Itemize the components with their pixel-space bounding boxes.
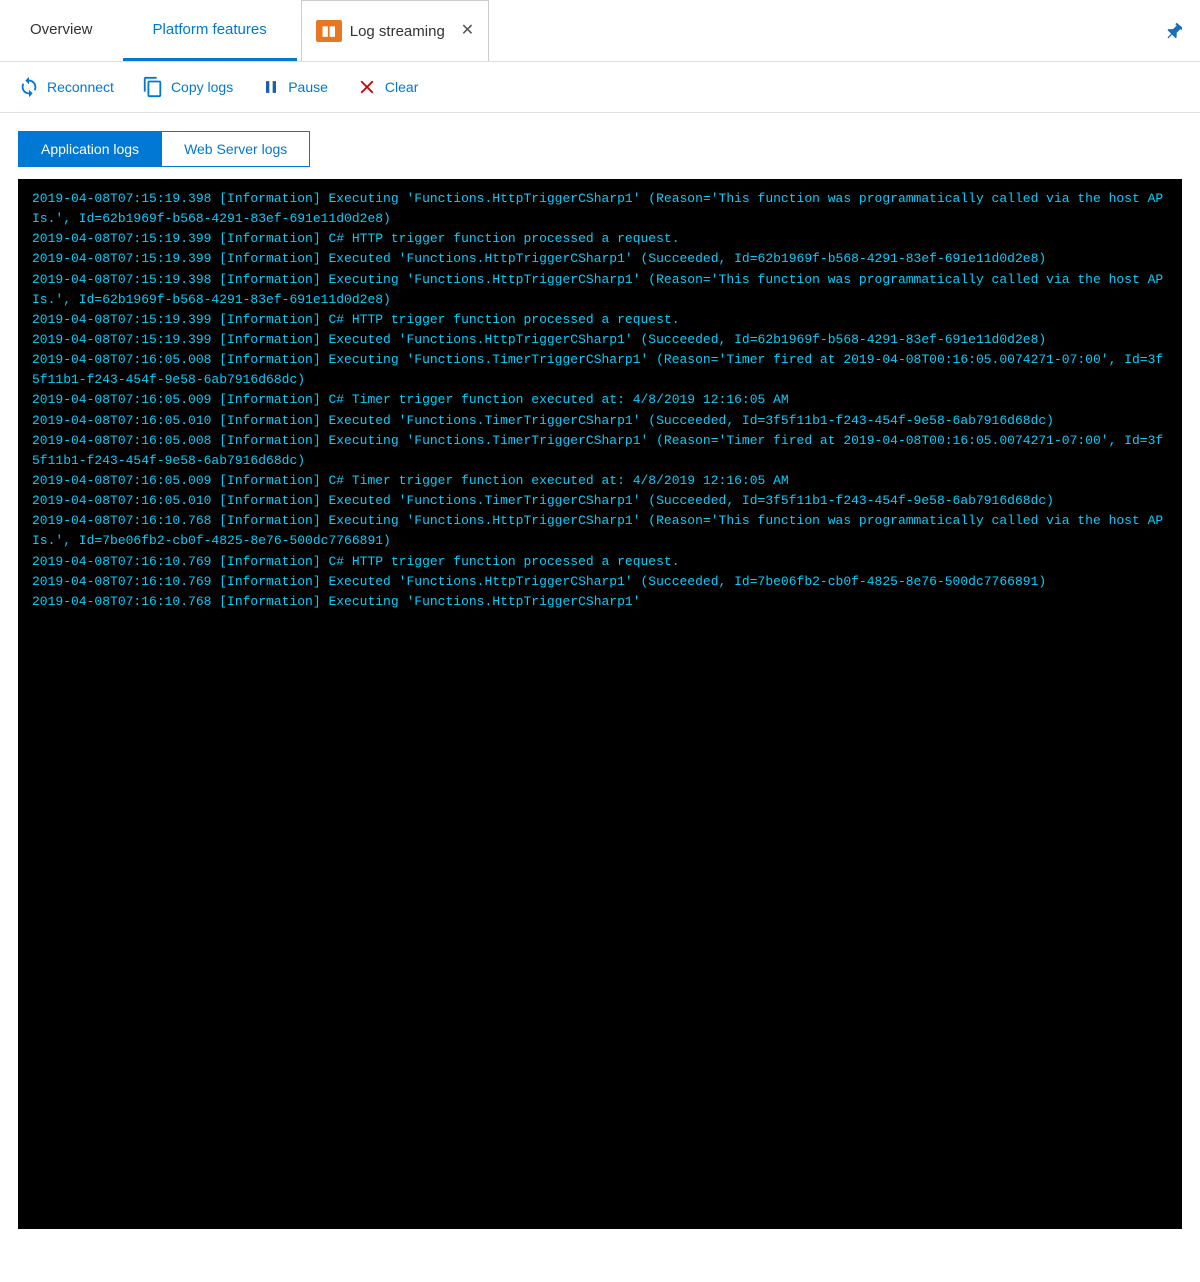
tab-log-streaming[interactable]: ▮▮ Log streaming ✕ (301, 0, 489, 61)
tab-overview-label: Overview (30, 21, 93, 38)
clear-label: Clear (385, 79, 418, 95)
copy-logs-button[interactable]: Copy logs (142, 76, 233, 98)
close-log-streaming-button[interactable]: ✕ (461, 23, 474, 39)
tab-application-logs[interactable]: Application logs (18, 131, 162, 167)
web-server-logs-label: Web Server logs (184, 141, 287, 157)
tab-bar: Overview Platform features ▮▮ Log stream… (0, 0, 1200, 62)
log-streaming-icon: ▮▮ (316, 20, 342, 42)
reconnect-button[interactable]: Reconnect (18, 76, 114, 98)
copy-logs-label: Copy logs (171, 79, 233, 95)
reconnect-icon (18, 76, 40, 98)
toolbar: Reconnect Copy logs Pause Clear (0, 62, 1200, 113)
pin-icon (1162, 20, 1184, 42)
tab-web-server-logs[interactable]: Web Server logs (162, 131, 310, 167)
clear-icon (356, 76, 378, 98)
copy-logs-icon (142, 76, 164, 98)
log-console[interactable]: 2019-04-08T07:15:19.398 [Information] Ex… (18, 179, 1182, 1229)
pin-button[interactable] (1146, 0, 1200, 61)
clear-button[interactable]: Clear (356, 76, 418, 98)
reconnect-label: Reconnect (47, 79, 114, 95)
tab-overview[interactable]: Overview (0, 0, 123, 61)
tab-log-streaming-label: Log streaming (350, 23, 445, 40)
log-console-wrapper: 2019-04-08T07:15:19.398 [Information] Ex… (18, 179, 1182, 1229)
pause-button[interactable]: Pause (261, 77, 328, 97)
pause-label: Pause (288, 79, 328, 95)
tab-platform-features[interactable]: Platform features (123, 0, 297, 61)
tab-platform-features-label: Platform features (153, 21, 267, 38)
pause-icon (261, 77, 281, 97)
application-logs-label: Application logs (41, 141, 139, 157)
log-tabs: Application logs Web Server logs (0, 113, 1200, 167)
